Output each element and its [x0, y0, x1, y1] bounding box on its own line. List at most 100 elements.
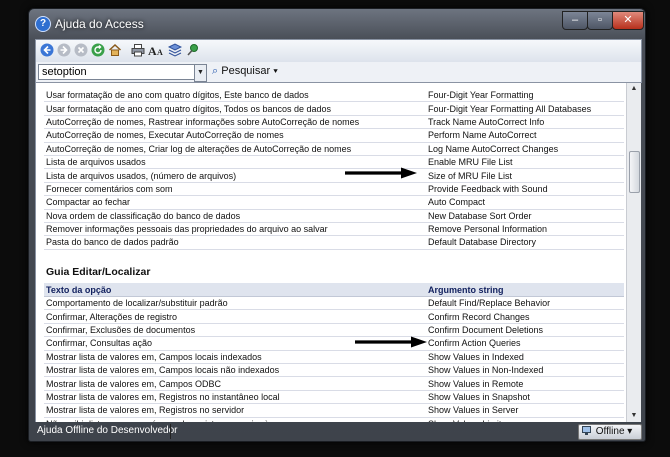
argument-string-cell: Confirm Record Changes — [426, 309, 624, 324]
section-title: Guia Editar/Localizar — [46, 266, 151, 278]
option-text-cell: AutoCorreção de nomes, Rastrear informaç… — [44, 115, 426, 130]
option-text-cell: Pasta do banco de dados padrão — [44, 235, 426, 250]
table-row: Confirmar, Alterações de registro Confirm… — [44, 309, 624, 324]
option-text-cell: Mostrar lista de valores em, Campos loca… — [44, 350, 426, 364]
back-icon[interactable] — [40, 43, 54, 57]
table-row: Mostrar lista de valores em, Campos loca… — [44, 363, 624, 378]
argument-string-cell: Default Database Directory — [426, 235, 624, 250]
top-table: Usar formatação de ano com quatro dígito… — [44, 89, 624, 250]
vertical-scrollbar[interactable]: ▲ ▼ — [626, 83, 641, 422]
search-button[interactable]: ⌕ Pesquisar ▾ — [212, 65, 278, 78]
table-row: Compactar ao fechar Auto Compact — [44, 195, 624, 210]
table-header-row: Texto da opção Argumento string — [44, 283, 624, 297]
bottom-table: Texto da opção Argumento string Comporta… — [44, 283, 624, 422]
option-text-cell: Mostrar lista de valores em, Registros n… — [44, 390, 426, 405]
option-text-cell: Compactar ao fechar — [44, 195, 426, 210]
table-row: Confirmar, Consultas ação Confirm Action … — [44, 336, 624, 351]
search-input[interactable] — [38, 64, 202, 80]
forward-icon[interactable] — [57, 43, 71, 57]
table-row: Nova ordem de classificação do banco de … — [44, 209, 624, 223]
status-bar: Ajuda Offline do Desenvolvedor Offline ▾ — [29, 422, 645, 441]
table-row: Confirmar, Exclusões de documentos Confir… — [44, 323, 624, 338]
argument-string-cell: Four-Digit Year Formatting — [426, 89, 624, 103]
svg-text:A: A — [148, 44, 157, 57]
toc-icon[interactable] — [167, 43, 183, 57]
option-text-cell: Remover informações pessoais das proprie… — [44, 222, 426, 237]
argument-string-cell: Show Values in Snapshot — [426, 390, 624, 405]
option-text-cell: Nova ordem de classificação do banco de … — [44, 209, 426, 223]
scroll-down-icon[interactable]: ▼ — [627, 410, 641, 422]
argument-string-cell: Track Name AutoCorrect Info — [426, 115, 624, 130]
option-text-cell: Mostrar lista de valores em, Campos ODBC — [44, 376, 426, 391]
search-button-label: Pesquisar — [221, 65, 271, 77]
scroll-up-icon[interactable]: ▲ — [627, 83, 641, 95]
argument-string-cell: Auto Compact — [426, 195, 624, 210]
option-text-cell: Confirmar, Alterações de registro — [44, 309, 426, 324]
option-text-cell: Mostrar lista de valores em, Registros n… — [44, 403, 426, 418]
column-header-argument: Argumento string — [426, 283, 624, 297]
column-header-option: Texto da opção — [44, 283, 426, 297]
refresh-icon[interactable] — [91, 43, 105, 57]
keep-on-top-icon[interactable] — [186, 43, 200, 57]
option-text-cell: Mostrar lista de valores em, Campos loca… — [44, 363, 426, 378]
argument-string-cell: Enable MRU File List — [426, 155, 624, 170]
table-row: Mostrar lista de valores em, Campos loca… — [44, 350, 624, 364]
arrow-annotation-top — [345, 167, 417, 179]
argument-string-cell: Remove Personal Information — [426, 222, 624, 237]
table-row: Pasta do banco de dados padrão Default Da… — [44, 235, 624, 250]
maximize-icon: ▫ — [598, 14, 602, 26]
option-text-cell: AutoCorreção de nomes, Criar log de alte… — [44, 142, 426, 156]
search-dropdown[interactable]: ▼ — [194, 64, 207, 82]
title-bar[interactable]: ? Ajuda do Access – ▫ ✕ — [29, 9, 645, 39]
table-row: Fornecer comentários com som Provide Feed… — [44, 182, 624, 197]
argument-string-cell: Default Find/Replace Behavior — [426, 296, 624, 311]
close-icon: ✕ — [623, 14, 633, 26]
toolbar: AA — [35, 39, 642, 63]
print-icon[interactable] — [131, 43, 145, 57]
argument-string-cell: Four-Digit Year Formatting All Databases — [426, 101, 624, 116]
search-bar: ▼ ⌕ Pesquisar ▾ — [35, 62, 642, 83]
scroll-thumb[interactable] — [629, 151, 640, 193]
offline-menu-icon: ▾ — [627, 426, 633, 437]
option-text-cell: Comportamento de localizar/substituir pa… — [44, 296, 426, 311]
table-row: Lista de arquivos usados Enable MRU File … — [44, 155, 624, 170]
argument-string-cell: Size of MRU File List — [426, 168, 624, 183]
table-row: Lista de arquivos usados, (número de arq… — [44, 168, 624, 183]
option-text-cell: Usar formatação de ano com quatro dígito… — [44, 89, 426, 103]
argument-string-cell: Show Values in Server — [426, 403, 624, 418]
status-text: Ajuda Offline do Desenvolvedor — [37, 425, 178, 436]
table-row: Usar formatação de ano com quatro dígito… — [44, 101, 624, 116]
table-row: Usar formatação de ano com quatro dígito… — [44, 89, 624, 103]
search-icon: ⌕ — [212, 65, 219, 77]
argument-string-cell: Show Values in Indexed — [426, 350, 624, 364]
stop-icon[interactable] — [74, 43, 88, 57]
font-size-icon[interactable]: AA — [148, 43, 163, 58]
minimize-button[interactable]: – — [562, 11, 588, 30]
arrow-annotation-bottom — [355, 336, 427, 348]
table-row: Mostrar lista de valores em, Registros n… — [44, 403, 624, 418]
table-row: AutoCorreção de nomes, Executar AutoCorr… — [44, 128, 624, 143]
table-row: Mostrar lista de valores em, Campos ODBC… — [44, 376, 624, 391]
argument-string-cell: Show Values in Remote — [426, 376, 624, 391]
argument-string-cell: Confirm Action Queries — [426, 336, 624, 351]
table-row: AutoCorreção de nomes, Criar log de alte… — [44, 142, 624, 156]
offline-button[interactable]: Offline ▾ — [578, 424, 642, 440]
status-divider — [170, 424, 171, 439]
argument-string-cell: New Database Sort Order — [426, 209, 624, 223]
home-icon[interactable] — [108, 43, 122, 57]
close-button[interactable]: ✕ — [612, 11, 644, 30]
table-row: Mostrar lista de valores em, Registros n… — [44, 390, 624, 405]
table-row: Remover informações pessoais das proprie… — [44, 222, 624, 237]
help-content: Usar formatação de ano com quatro dígito… — [35, 83, 627, 422]
argument-string-cell: Log Name AutoCorrect Changes — [426, 142, 624, 156]
argument-string-cell: Confirm Document Deletions — [426, 323, 624, 338]
maximize-button[interactable]: ▫ — [587, 11, 613, 30]
offline-label: Offline — [595, 426, 625, 437]
help-window: ? Ajuda do Access – ▫ ✕ AA setoption ▼ ⌕… — [28, 8, 646, 442]
table-row: Comportamento de localizar/substituir pa… — [44, 296, 624, 311]
chevron-down-icon: ▼ — [197, 69, 204, 76]
minimize-icon: – — [571, 14, 579, 26]
svg-text:A: A — [157, 48, 163, 57]
argument-string-cell: Provide Feedback with Sound — [426, 182, 624, 197]
table-row: AutoCorreção de nomes, Rastrear informaç… — [44, 115, 624, 130]
